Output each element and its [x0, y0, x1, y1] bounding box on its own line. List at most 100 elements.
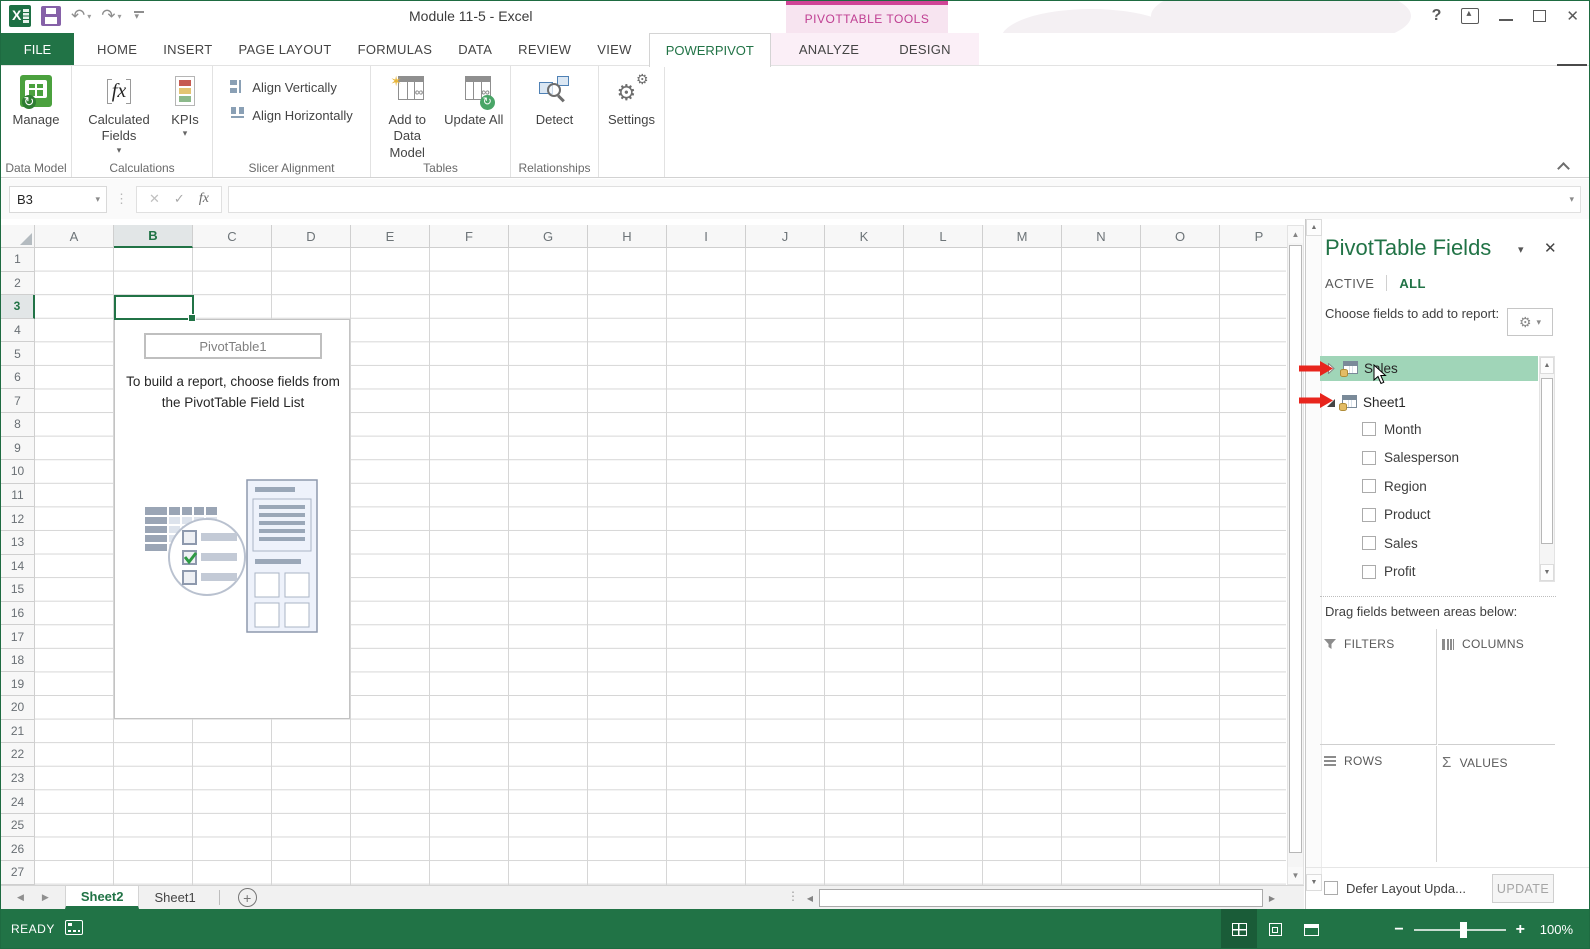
ribbon-tab[interactable]: VIEW [584, 33, 644, 65]
column-header[interactable]: E [351, 225, 430, 248]
update-button[interactable]: UPDATE [1492, 874, 1554, 903]
row-header[interactable]: 10 [1, 460, 35, 484]
normal-view-button[interactable] [1221, 909, 1257, 949]
row-header[interactable]: 2 [1, 272, 35, 296]
sheet-nav-left-icon[interactable]: ◀ [17, 892, 24, 903]
scroll-down-icon[interactable]: ▼ [1540, 564, 1554, 581]
column-header[interactable]: D [272, 225, 351, 248]
pane-options-icon[interactable]: ▾ [1518, 243, 1524, 256]
ribbon-tab[interactable]: DATA [445, 33, 505, 65]
manage-button[interactable]: Manage [5, 70, 67, 128]
formula-input[interactable]: ▾ [228, 186, 1581, 213]
row-header[interactable]: 25 [1, 814, 35, 838]
column-header[interactable]: B [114, 225, 193, 248]
field-list-scrollbar-thumb[interactable] [1541, 378, 1553, 544]
collapse-ribbon-icon[interactable] [1559, 161, 1569, 171]
excel-logo-icon[interactable] [9, 5, 31, 27]
row-header[interactable]: 19 [1, 672, 35, 696]
customize-qat-icon[interactable] [132, 9, 146, 23]
sheet-tab-sheet1[interactable]: Sheet1 [139, 886, 210, 909]
checkbox[interactable] [1362, 422, 1376, 436]
field-item[interactable]: Sales [1320, 529, 1538, 558]
scroll-up-icon[interactable]: ▲ [1540, 357, 1554, 374]
row-header[interactable]: 21 [1, 720, 35, 744]
update-all-button[interactable]: ∞↻ Update All [442, 70, 507, 128]
column-header[interactable]: O [1141, 225, 1220, 248]
detect-button[interactable]: Detect [522, 70, 588, 128]
column-header[interactable]: J [746, 225, 825, 248]
scroll-down-icon[interactable]: ▼ [1288, 867, 1303, 884]
field-item[interactable]: Month [1320, 415, 1538, 444]
checkbox[interactable] [1362, 508, 1376, 522]
horizontal-scrollbar[interactable]: ◀ ▶ [801, 888, 1285, 908]
row-header[interactable]: 4 [1, 319, 35, 343]
add-sheet-button[interactable]: + [238, 888, 257, 907]
vertical-scrollbar[interactable]: ▲ ▼ [1287, 225, 1304, 885]
scroll-up-icon[interactable]: ▲ [1288, 226, 1303, 243]
pivottable-placeholder[interactable]: PivotTable1 To build a report, choose fi… [114, 319, 350, 719]
column-header[interactable]: L [904, 225, 983, 248]
help-button[interactable]: ? [1432, 7, 1442, 25]
row-header[interactable]: 16 [1, 602, 35, 626]
column-header[interactable]: M [983, 225, 1062, 248]
field-item[interactable]: Salesperson [1320, 444, 1538, 473]
row-header[interactable]: 22 [1, 743, 35, 767]
sheet-nav-right-icon[interactable]: ▶ [42, 892, 49, 903]
column-header[interactable]: G [509, 225, 588, 248]
formula-bar-handle[interactable]: ⋮ [115, 191, 128, 207]
ribbon-tab[interactable]: HOME [84, 33, 150, 65]
contextual-tab[interactable]: DESIGN [879, 33, 971, 65]
column-header[interactable]: K [825, 225, 904, 248]
row-header[interactable]: 9 [1, 437, 35, 461]
checkbox[interactable] [1362, 451, 1376, 465]
table-item-sheet1[interactable]: Sheet1 [1320, 390, 1538, 415]
cancel-icon[interactable]: ✕ [149, 191, 160, 207]
field-item[interactable]: Profit [1320, 558, 1538, 587]
defer-layout-checkbox[interactable] [1324, 881, 1338, 895]
column-header[interactable]: H [588, 225, 667, 248]
tab-powerpivot-active[interactable]: POWERPIVOT [649, 33, 771, 67]
kpis-button[interactable]: KPIs ▾ [163, 70, 207, 140]
column-header[interactable]: I [667, 225, 746, 248]
row-header[interactable]: 12 [1, 507, 35, 531]
selected-cell-b3[interactable] [114, 295, 194, 320]
column-header[interactable]: A [35, 225, 114, 248]
undo-button[interactable]: ↶▾ [71, 6, 91, 26]
row-header[interactable]: 17 [1, 625, 35, 649]
row-header[interactable]: 26 [1, 837, 35, 861]
page-break-view-button[interactable] [1293, 909, 1329, 949]
column-header[interactable]: F [430, 225, 509, 248]
row-header[interactable]: 27 [1, 861, 35, 885]
insert-function-icon[interactable]: fx [199, 191, 209, 207]
row-header[interactable]: 20 [1, 696, 35, 720]
pane-close-icon[interactable]: ✕ [1544, 239, 1557, 257]
rows-area[interactable]: ROWS [1320, 746, 1437, 862]
values-area[interactable]: Σ VALUES [1438, 746, 1555, 862]
tab-active-fields[interactable]: ACTIVE [1325, 276, 1374, 291]
ribbon-display-options-button[interactable] [1461, 8, 1479, 24]
tab-file[interactable]: FILE [1, 33, 74, 65]
tools-gear-button[interactable]: ⚙ ▾ [1507, 308, 1553, 336]
calculated-fields-button[interactable]: fx Calculated Fields ▾ [77, 70, 161, 156]
row-header[interactable]: 24 [1, 790, 35, 814]
filters-area[interactable]: FILTERS [1320, 629, 1437, 745]
zoom-in-button[interactable]: + [1516, 921, 1525, 939]
scroll-left-icon[interactable]: ◀ [801, 889, 819, 907]
horizontal-scrollbar-thumb[interactable] [819, 889, 1263, 907]
zoom-level[interactable]: 100% [1540, 922, 1573, 937]
row-header[interactable]: 14 [1, 555, 35, 579]
redo-button[interactable]: ↷▾ [101, 6, 121, 26]
align-horizontally-button[interactable]: Align Horizontally [230, 104, 352, 126]
row-header[interactable]: 8 [1, 413, 35, 437]
field-list-scrollbar[interactable]: ▲ ▼ [1539, 356, 1555, 582]
ribbon-tab[interactable]: FORMULAS [345, 33, 446, 65]
zoom-slider-thumb[interactable] [1460, 922, 1467, 938]
ribbon-tab[interactable]: PAGE LAYOUT [225, 33, 344, 65]
field-item[interactable]: Region [1320, 472, 1538, 501]
zoom-slider[interactable] [1414, 929, 1506, 931]
checkbox[interactable] [1362, 536, 1376, 550]
row-header[interactable]: 18 [1, 649, 35, 673]
align-vertically-button[interactable]: Align Vertically [230, 76, 352, 98]
page-layout-view-button[interactable] [1257, 909, 1293, 949]
zoom-out-button[interactable]: − [1394, 921, 1403, 939]
